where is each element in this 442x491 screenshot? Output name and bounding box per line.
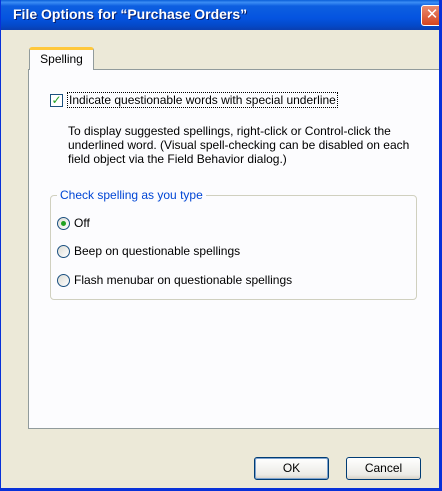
close-icon: ✕ [425, 6, 439, 23]
radio-flash[interactable] [57, 274, 70, 287]
title-bar[interactable]: File Options for “Purchase Orders” ✕ [1, 0, 439, 30]
radio-beep[interactable] [57, 245, 70, 258]
cancel-button[interactable]: Cancel [346, 457, 421, 480]
indicate-underline-checkbox[interactable]: ✓ [50, 94, 63, 107]
dialog-title: File Options for “Purchase Orders” [13, 6, 248, 22]
tab-spelling[interactable]: Spelling [29, 47, 94, 70]
spelling-description: To display suggested spellings, right-cl… [68, 124, 410, 166]
dialog-window: File Options for “Purchase Orders” ✕ Spe… [0, 0, 442, 491]
close-button[interactable]: ✕ [421, 5, 439, 26]
radio-off-label[interactable]: Off [74, 216, 90, 230]
radio-off[interactable] [57, 217, 70, 230]
check-spelling-group-title: Check spelling as you type [57, 188, 206, 202]
radio-beep-label[interactable]: Beep on questionable spellings [74, 244, 240, 258]
indicate-underline-label[interactable]: Indicate questionable words with special… [67, 92, 338, 108]
ok-button[interactable]: OK [254, 457, 329, 480]
radio-flash-label[interactable]: Flash menubar on questionable spellings [74, 273, 292, 287]
